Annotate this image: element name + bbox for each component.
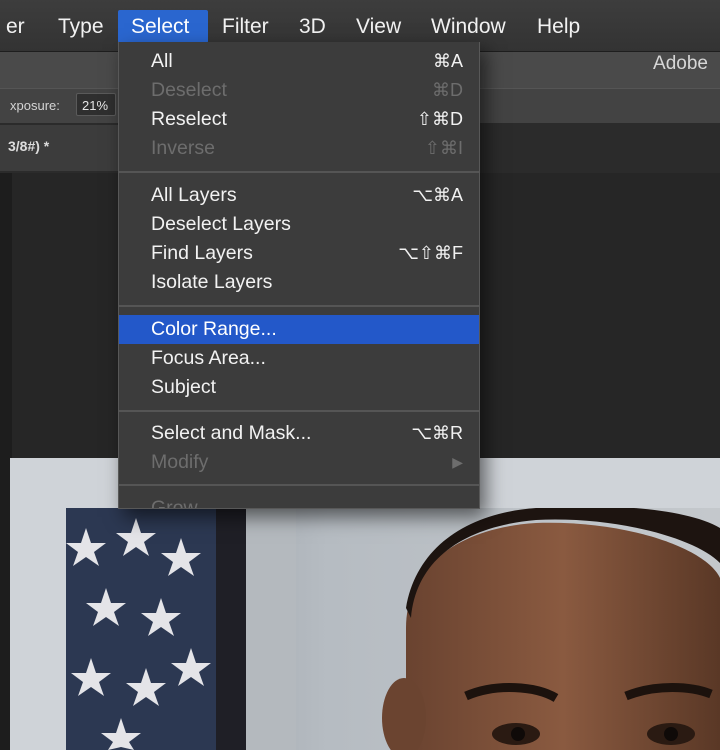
menu-item-subject[interactable]: Subject [119,373,479,402]
menu-item-inverse: Inverse ⇧⌘I [119,134,479,163]
menu-item-modify: Modify ▶ [119,448,479,477]
portrait-photo-image [66,508,720,750]
menu-item-shortcut: ⇧⌘D [416,109,463,129]
menu-3d[interactable]: 3D [293,14,332,40]
menu-item-shortcut: ⇧⌘I [424,138,463,158]
menu-filter[interactable]: Filter [216,14,275,40]
menu-item-label: Deselect Layers [151,213,291,235]
menu-item-label: All Layers [151,184,237,206]
menu-item-label: Focus Area... [151,347,266,369]
menu-item-label: Deselect [151,79,227,101]
menu-item-color-range[interactable]: Color Range... [119,315,479,344]
menu-separator [119,305,479,307]
menu-separator [119,484,479,486]
menu-item-all-layers[interactable]: All Layers ⌥⌘A [119,181,479,210]
portrait-photo[interactable] [66,508,720,750]
menu-window[interactable]: Window [425,14,512,40]
menu-item-shortcut: ⌘A [432,51,463,71]
menu-item-label: Select and Mask... [151,422,312,444]
menu-help[interactable]: Help [531,14,586,40]
menu-item-label: Modify [151,451,209,473]
menu-item-label: Inverse [151,137,215,159]
menu-item-shortcut: ⌥⇧⌘F [398,243,463,263]
menu-item-reselect[interactable]: Reselect ⇧⌘D [119,105,479,134]
menu-item-select-and-mask[interactable]: Select and Mask... ⌥⌘R [119,419,479,448]
menu-view[interactable]: View [350,14,407,40]
menu-type[interactable]: Type [52,14,110,40]
menu-item-grow: Grow [119,494,479,509]
menu-item-all[interactable]: All ⌘A [119,47,479,76]
menu-item-label: All [151,50,173,72]
menu-item-label: Isolate Layers [151,271,273,293]
document-tab-title: 3/8#) * [8,138,50,154]
menu-separator [119,410,479,412]
menu-item-find-layers[interactable]: Find Layers ⌥⇧⌘F [119,239,479,268]
menu-item-deselect: Deselect ⌘D [119,76,479,105]
document-tab[interactable]: 3/8#) * [0,125,129,171]
menu-select[interactable]: Select [118,10,208,43]
menu-item-focus-area[interactable]: Focus Area... [119,344,479,373]
menu-item-label: Find Layers [151,242,253,264]
menu-item-label: Grow [151,497,198,509]
menu-item-deselect-layers[interactable]: Deselect Layers [119,210,479,239]
menu-item-shortcut: ⌘D [432,80,463,100]
app-brand: Adobe [653,53,708,74]
exposure-field[interactable]: 21% [76,93,116,116]
menu-item-label: Color Range... [151,318,277,340]
exposure-label: xposure: [10,98,60,113]
select-menu-dropdown: All ⌘A Deselect ⌘D Reselect ⇧⌘D Inverse … [118,42,480,509]
menu-item-isolate-layers[interactable]: Isolate Layers [119,268,479,297]
menu-item-label: Subject [151,376,217,398]
menu-item-shortcut: ⌥⌘A [412,185,463,205]
menu-item-shortcut: ⌥⌘R [411,423,463,443]
submenu-arrow-icon: ▶ [452,454,463,470]
menu-separator [119,171,479,173]
menu-layer-partial[interactable]: er [0,14,31,40]
menu-item-label: Reselect [151,108,227,130]
